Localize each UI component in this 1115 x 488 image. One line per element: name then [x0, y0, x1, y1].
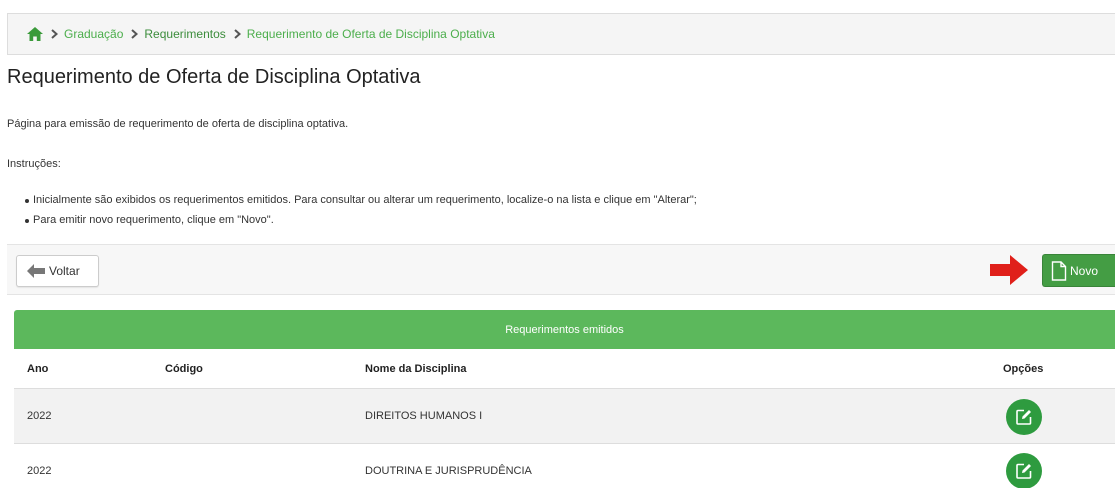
breadcrumb-item-graduacao[interactable]: Graduação: [64, 27, 123, 41]
table-row: 2022 DIREITOS HUMANOS I: [14, 389, 1115, 444]
instructions-list: Inicialmente são exibidos os requeriment…: [25, 194, 697, 234]
instructions-label: Instruções:: [7, 158, 61, 170]
home-icon[interactable]: [27, 27, 43, 41]
page-title: Requerimento de Oferta de Disciplina Opt…: [7, 66, 421, 88]
edit-icon: [1016, 463, 1032, 479]
page-description: Página para emissão de requerimento de o…: [7, 118, 349, 130]
arrow-left-icon: [27, 264, 45, 278]
breadcrumb: Graduação Requerimentos Requerimento de …: [7, 13, 1115, 55]
edit-button[interactable]: [1006, 453, 1042, 488]
back-button-label: Voltar: [49, 264, 80, 278]
instruction-item: Inicialmente são exibidos os requeriment…: [25, 194, 697, 214]
new-button[interactable]: Novo: [1042, 254, 1115, 287]
cell-ano: 2022: [27, 465, 52, 477]
table-row: 2022 DOUTRINA E JURISPRUDÊNCIA: [14, 444, 1115, 488]
column-header-nome: Nome da Disciplina: [365, 363, 467, 375]
back-button[interactable]: Voltar: [16, 255, 99, 287]
breadcrumb-item-requerimentos[interactable]: Requerimentos: [144, 27, 225, 41]
breadcrumb-item-current: Requerimento de Oferta de Disciplina Opt…: [246, 27, 495, 41]
cell-ano: 2022: [27, 410, 52, 422]
column-header-codigo: Código: [165, 363, 203, 375]
chevron-right-icon: [51, 29, 58, 39]
red-arrow-icon: [990, 255, 1028, 285]
cell-nome: DIREITOS HUMANOS I: [365, 410, 483, 422]
edit-button[interactable]: [1006, 399, 1042, 435]
chevron-right-icon: [234, 29, 241, 39]
document-icon: [1051, 260, 1067, 281]
action-toolbar: Voltar Novo: [7, 244, 1115, 295]
table-header-row: Ano Código Nome da Disciplina Opções: [14, 349, 1115, 389]
column-header-ano: Ano: [27, 363, 49, 375]
requests-table: Requerimentos emitidos Ano Código Nome d…: [14, 310, 1115, 488]
new-button-label: Novo: [1070, 263, 1099, 278]
chevron-right-icon: [131, 29, 139, 39]
instruction-item: Para emitir novo requerimento, clique em…: [25, 214, 697, 234]
column-header-opcoes: Opções: [1003, 363, 1044, 375]
cell-nome: DOUTRINA E JURISPRUDÊNCIA: [365, 465, 532, 477]
table-title: Requerimentos emitidos: [14, 310, 1115, 349]
edit-icon: [1016, 409, 1032, 425]
